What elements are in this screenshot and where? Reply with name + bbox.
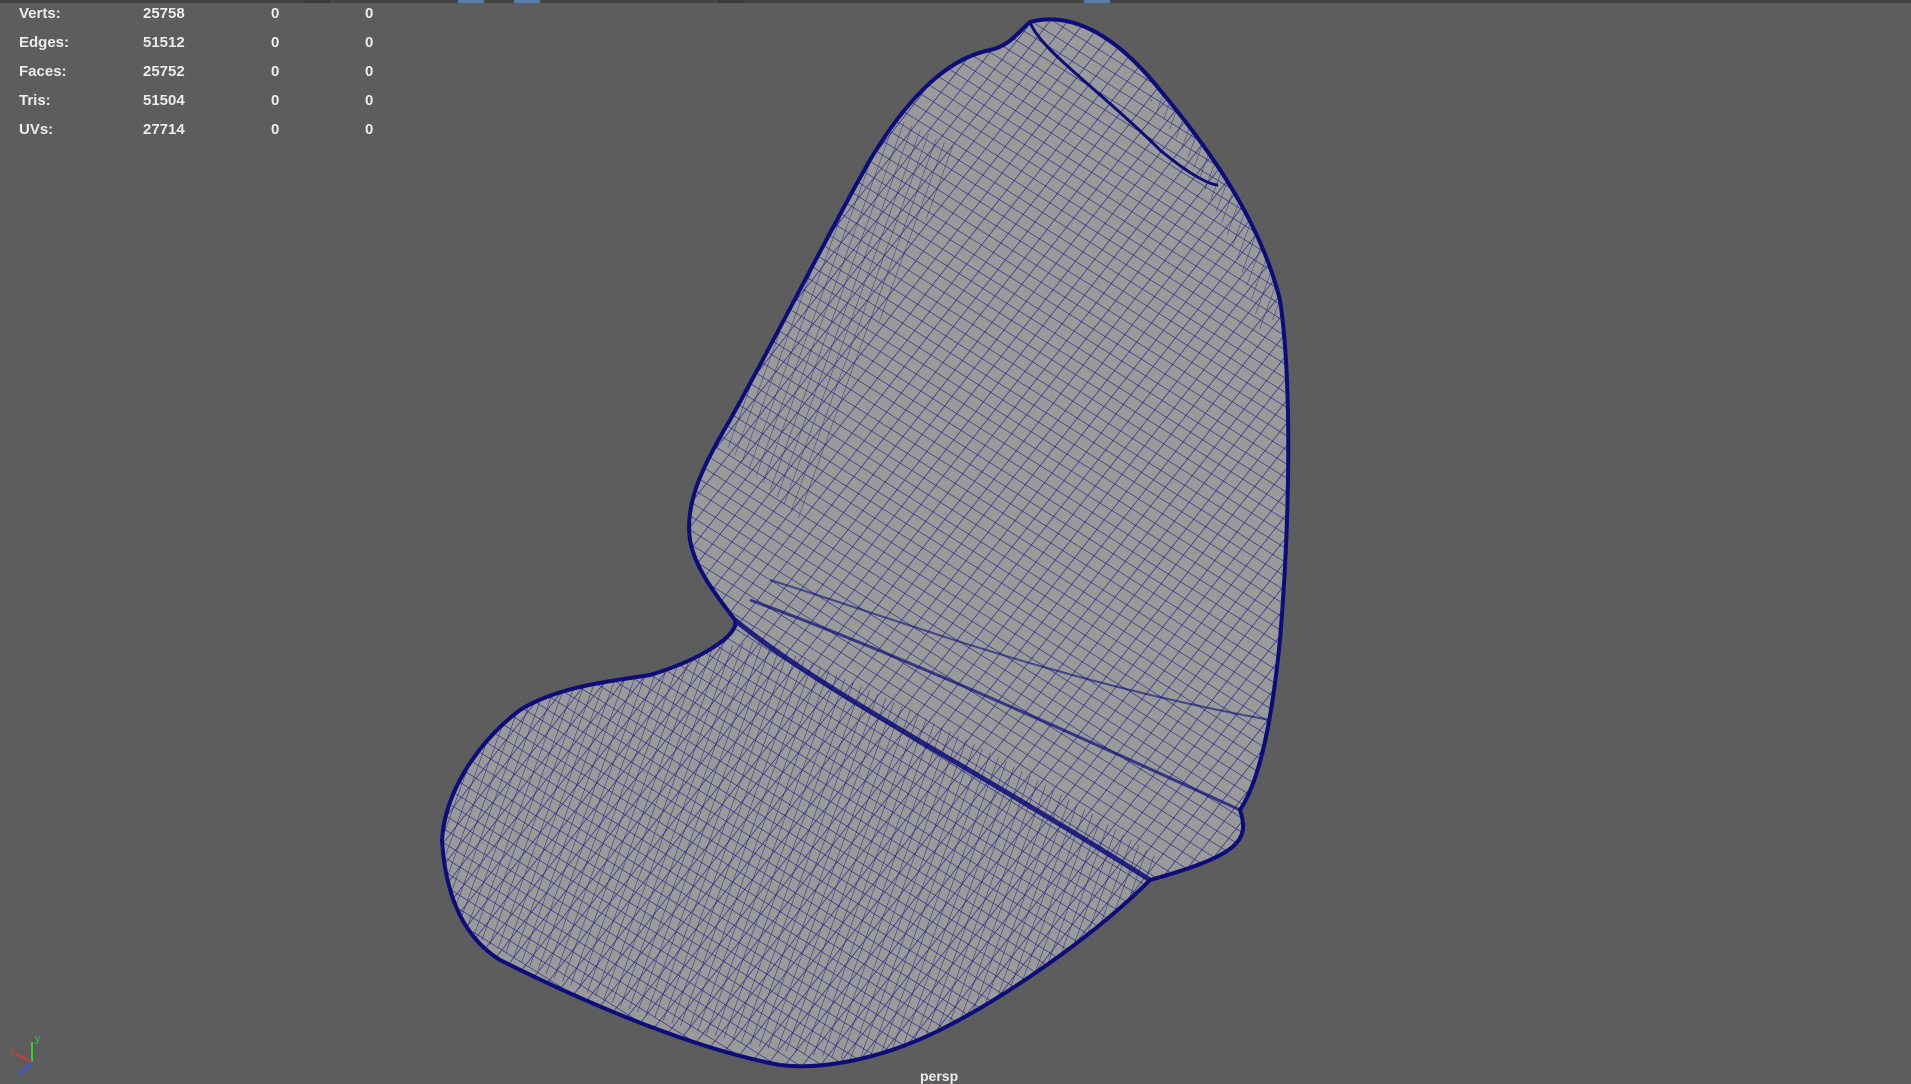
hud-value: 0 (271, 92, 280, 109)
axis-gizmo-icon: y x z (10, 1034, 40, 1078)
hud-label: Faces: (19, 63, 67, 80)
hud-value: 27714 (143, 121, 185, 138)
hud-row-faces: Faces: 25752 0 0 (19, 63, 419, 92)
hud-value: 25758 (143, 5, 185, 22)
hud-row-tris: Tris: 51504 0 0 (19, 92, 419, 121)
hud-value: 0 (271, 5, 280, 22)
hud-value: 0 (271, 34, 280, 51)
hud-value: 51504 (143, 92, 185, 109)
hud-row-verts: Verts: 25758 0 0 (19, 5, 419, 34)
hud-value: 51512 (143, 34, 185, 51)
hud-label: Edges: (19, 34, 70, 51)
hud-value: 0 (365, 34, 374, 51)
seat-mesh-wireframe[interactable] (0, 0, 1911, 1080)
hud-label: Verts: (19, 5, 61, 22)
axis-z-label: z (14, 1068, 19, 1078)
camera-name-label: persp (920, 1068, 959, 1084)
hud-row-uvs: UVs: 27714 0 0 (19, 121, 419, 150)
hud-value: 0 (365, 121, 374, 138)
axis-y-label: y (35, 1034, 40, 1045)
poly-count-hud: Verts: 25758 0 0 Edges: 51512 0 0 Faces:… (19, 5, 419, 150)
hud-value: 0 (271, 121, 280, 138)
hud-value: 0 (271, 63, 280, 80)
axis-x-label: x (10, 1046, 15, 1057)
hud-value: 0 (365, 92, 374, 109)
mesh-wire-grid (442, 19, 1289, 1067)
hud-value: 25752 (143, 63, 185, 80)
hud-label: Tris: (19, 92, 51, 109)
hud-row-edges: Edges: 51512 0 0 (19, 34, 419, 63)
hud-label: UVs: (19, 121, 54, 138)
hud-value: 0 (365, 5, 374, 22)
hud-value: 0 (365, 63, 374, 80)
